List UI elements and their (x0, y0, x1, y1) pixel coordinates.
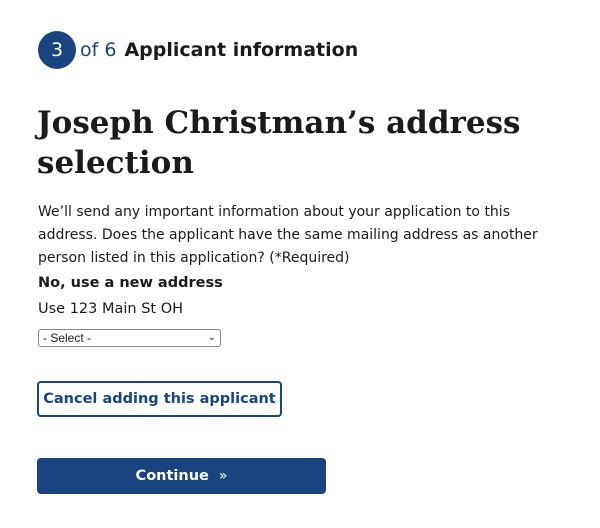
step-total: of 6 (80, 39, 117, 61)
page-title: Joseph Christman’s address selection (37, 105, 521, 181)
address-select[interactable]: - Select - ⌄ (38, 329, 221, 347)
address-option-title: No, use a new address (38, 275, 223, 291)
intro-text: We’ll send any important information abo… (38, 204, 538, 266)
cancel-adding-applicant-button[interactable]: Cancel adding this applicant (37, 381, 282, 417)
continue-button[interactable]: Continue » (37, 458, 326, 494)
cancel-button-label: Cancel adding this applicant (43, 391, 276, 407)
step-title: Applicant information (124, 39, 359, 61)
address-option-subtitle: Use 123 Main St OH (38, 301, 184, 317)
address-select-value: - Select - (43, 331, 92, 345)
double-chevron-right-icon: » (218, 468, 228, 484)
continue-button-label: Continue (135, 468, 209, 484)
step-number-badge: 3 (38, 31, 76, 69)
step-indicator: 3 of 6 Applicant information (38, 31, 358, 69)
chevron-down-icon: ⌄ (207, 332, 216, 343)
